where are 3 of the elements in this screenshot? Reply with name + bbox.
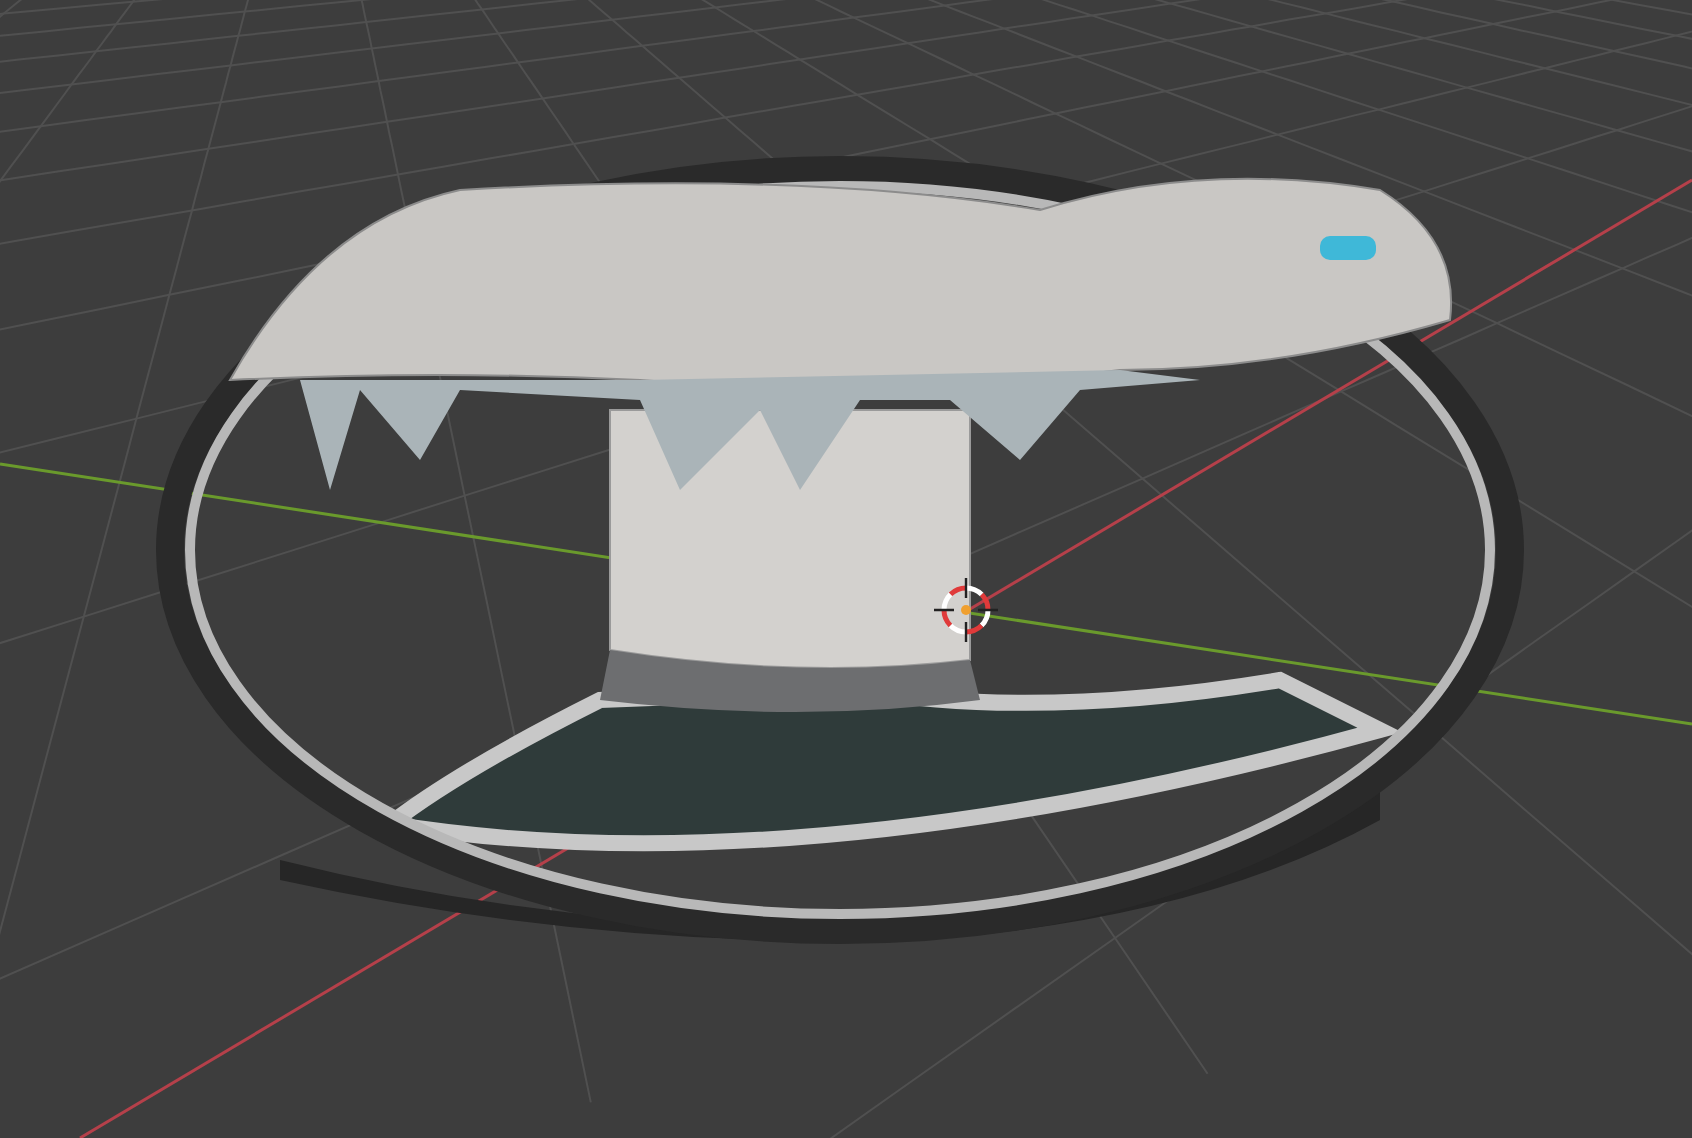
cursor-icon[interactable] [932,576,1000,644]
shelter-model-drawing[interactable] [156,156,1524,944]
viewport[interactable] [0,0,1692,1138]
